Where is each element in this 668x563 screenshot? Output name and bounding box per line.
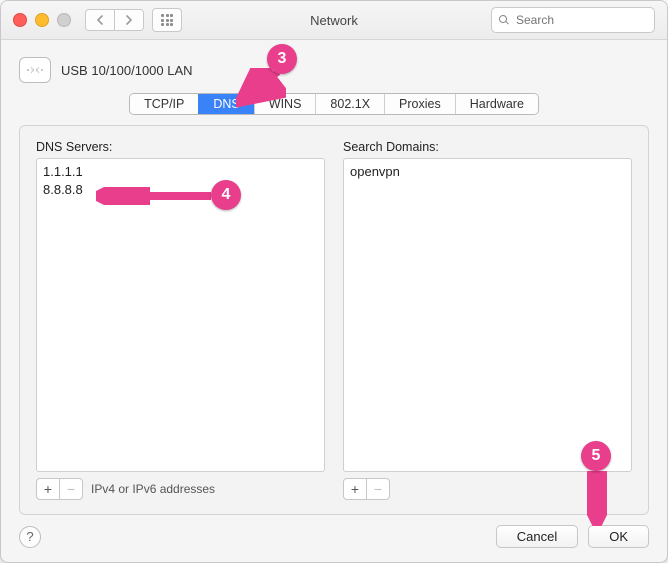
dns-servers-hint: IPv4 or IPv6 addresses [91, 482, 215, 496]
forward-button[interactable] [114, 10, 143, 30]
sheet-body: USB 10/100/1000 LAN TCP/IP DNS WINS 802.… [1, 39, 667, 562]
tab-tcpip[interactable]: TCP/IP [130, 94, 198, 114]
interface-header: USB 10/100/1000 LAN [19, 57, 649, 83]
show-all-button[interactable] [152, 8, 182, 32]
search-domain-entry[interactable]: openvpn [350, 163, 625, 181]
search-domains-list[interactable]: openvpn [343, 158, 632, 472]
annotation-arrow-4 [96, 187, 216, 205]
chevron-left-icon [96, 15, 104, 25]
tab-hardware[interactable]: Hardware [455, 94, 538, 114]
dns-servers-add-remove: + − [36, 478, 83, 500]
dns-servers-list[interactable]: 1.1.1.1 8.8.8.8 [36, 158, 325, 472]
search-icon [498, 14, 510, 26]
grid-icon [161, 14, 173, 26]
annotation-badge-5: 5 [581, 441, 611, 471]
interface-name: USB 10/100/1000 LAN [61, 63, 193, 78]
back-button[interactable] [86, 10, 114, 30]
search-domains-label: Search Domains: [343, 140, 632, 154]
titlebar: Network [1, 1, 667, 40]
minimize-window-icon[interactable] [35, 13, 49, 27]
tab-group: TCP/IP DNS WINS 802.1X Proxies Hardware [129, 93, 539, 115]
chevron-right-icon [125, 15, 133, 25]
ok-button[interactable]: OK [588, 525, 649, 548]
question-icon: ? [26, 529, 33, 544]
zoom-window-icon [57, 13, 71, 27]
annotation-arrow-3 [236, 68, 286, 108]
annotation-badge-3: 3 [267, 44, 297, 74]
dns-servers-label: DNS Servers: [36, 140, 325, 154]
search-domains-add-remove: + − [343, 478, 390, 500]
dns-server-entry[interactable]: 1.1.1.1 [43, 163, 318, 181]
tab-8021x[interactable]: 802.1X [315, 94, 384, 114]
tab-strip: TCP/IP DNS WINS 802.1X Proxies Hardware [19, 93, 649, 115]
search-input[interactable] [514, 12, 648, 28]
dns-panel: DNS Servers: 1.1.1.1 8.8.8.8 + − IPv4 or… [19, 125, 649, 515]
close-window-icon[interactable] [13, 13, 27, 27]
add-dns-server-button[interactable]: + [37, 479, 59, 499]
annotation-badge-4: 4 [211, 180, 241, 210]
network-preferences-window: Network USB 10/100/1000 LAN TCP/IP DNS W… [0, 0, 668, 563]
remove-dns-server-button[interactable]: − [59, 479, 82, 499]
window-controls [13, 13, 71, 27]
toolbar-search[interactable] [491, 7, 655, 33]
annotation-arrow-5 [587, 471, 607, 526]
cancel-button[interactable]: Cancel [496, 525, 578, 548]
nav-back-forward [85, 9, 144, 31]
remove-search-domain-button[interactable]: − [366, 479, 389, 499]
tab-proxies[interactable]: Proxies [384, 94, 455, 114]
help-button[interactable]: ? [19, 526, 41, 548]
bottom-bar: ? Cancel OK [19, 525, 649, 548]
add-search-domain-button[interactable]: + [344, 479, 366, 499]
ethernet-adapter-icon [19, 57, 51, 83]
